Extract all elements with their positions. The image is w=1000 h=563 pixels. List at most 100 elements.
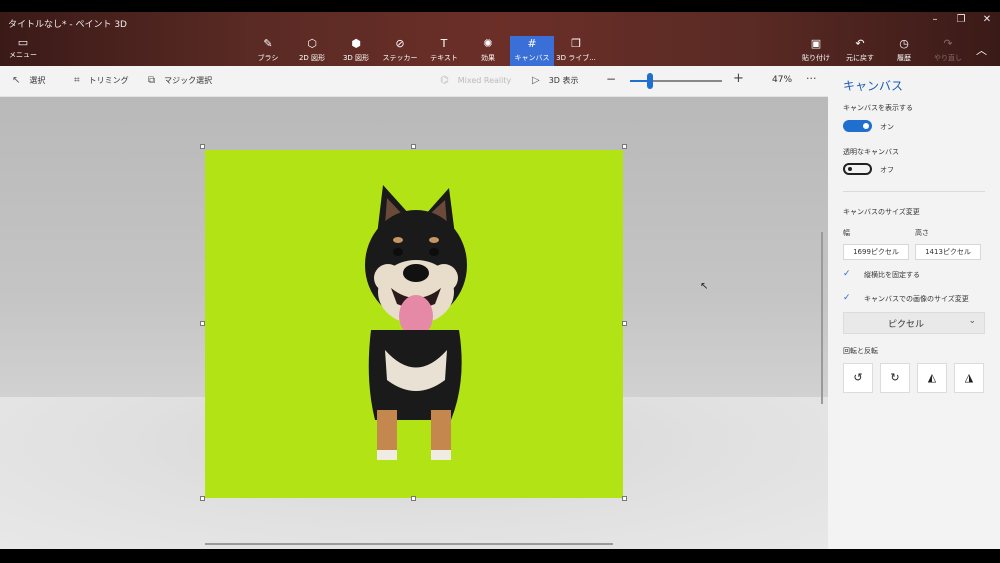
resize-image-checkbox[interactable]: ✓ xyxy=(843,292,855,304)
minimize-button[interactable]: – xyxy=(922,14,948,25)
resize-handle-top[interactable] xyxy=(411,144,416,149)
resize-handle-left[interactable] xyxy=(200,321,205,326)
tool-label: テキスト xyxy=(430,54,458,62)
select-label: 選択 xyxy=(29,76,46,85)
tool-label: ステッカー xyxy=(382,54,418,62)
paste-icon: ▣ xyxy=(810,37,822,50)
menu-label: メニュー xyxy=(9,51,37,59)
menu-button[interactable]: ▭ メニュー xyxy=(8,37,38,60)
lock-aspect-checkbox[interactable]: ✓ xyxy=(843,268,855,280)
height-label: 高さ xyxy=(915,229,929,237)
tool-label: 効果 xyxy=(481,54,495,62)
tool-text[interactable]: T テキスト xyxy=(422,36,466,66)
resize-handle-top-right[interactable] xyxy=(622,144,627,149)
redo-button[interactable]: ↷ やり直し xyxy=(926,36,970,66)
width-input[interactable]: 1699ピクセル xyxy=(843,244,909,260)
tool-label: 2D 図形 xyxy=(298,54,326,62)
tool-label: キャンバス xyxy=(514,54,550,62)
mixed-reality-button[interactable]: ⌬ Mixed Reality xyxy=(440,75,511,86)
canvas-icon: # xyxy=(527,37,537,50)
rotate-right-button[interactable]: ↻ xyxy=(880,363,910,393)
crop-button[interactable]: ⌗ トリミング xyxy=(74,75,129,86)
unit-dropdown[interactable]: ピクセル ⌄ xyxy=(843,312,985,334)
dog-image[interactable] xyxy=(355,180,477,464)
transparent-canvas-label: 透明なキャンバス xyxy=(843,148,899,156)
crop-icon: ⌗ xyxy=(74,75,80,86)
flip-vertical-button[interactable]: ◮ xyxy=(954,363,984,393)
resize-handle-top-left[interactable] xyxy=(200,144,205,149)
rotate-right-icon: ↻ xyxy=(890,371,900,384)
zoom-in-icon[interactable]: + xyxy=(733,71,744,86)
height-input[interactable]: 1413ピクセル xyxy=(915,244,981,260)
show-canvas-toggle[interactable] xyxy=(843,120,872,132)
canvas[interactable] xyxy=(205,150,623,498)
crop-label: トリミング xyxy=(88,76,129,85)
bottom-letterbox xyxy=(0,549,1000,563)
close-button[interactable]: ✕ xyxy=(974,14,1000,25)
history-label: 履歴 xyxy=(897,54,911,62)
paste-button[interactable]: ▣ 貼り付け xyxy=(794,36,838,66)
workspace[interactable]: ↖ xyxy=(0,97,828,549)
show-canvas-state: オン xyxy=(880,123,894,131)
unit-value: ピクセル xyxy=(888,320,925,330)
undo-icon: ↶ xyxy=(855,37,865,50)
flip-vertical-icon: ◮ xyxy=(964,371,974,384)
canvas-panel: キャンバス キャンバスを表示する オン 透明なキャンバス オフ キャンバスのサイ… xyxy=(828,66,1000,549)
rotate-flip-label: 回転と反転 xyxy=(843,347,878,355)
maximize-button[interactable]: ❐ xyxy=(948,14,974,25)
2d-shapes-icon: ⬡ xyxy=(307,37,317,50)
stickers-icon: ⊘ xyxy=(395,37,405,50)
tool-label: ブラシ xyxy=(257,54,279,62)
mixed-reality-icon: ⌬ xyxy=(440,75,449,86)
tool-bar: ✎ ブラシ ⬡ 2D 図形 ⬢ 3D 図形 ⊘ ステッカー T テキスト ✺ 効… xyxy=(246,36,598,66)
select-button[interactable]: ↖ 選択 xyxy=(12,75,45,86)
resize-handle-right[interactable] xyxy=(622,321,627,326)
edit-tools: ▣ 貼り付け ↶ 元に戻す ◷ 履歴 ↷ やり直し xyxy=(794,36,970,66)
resize-handle-bottom[interactable] xyxy=(411,496,416,501)
tool-2d-shapes[interactable]: ⬡ 2D 図形 xyxy=(290,36,334,66)
horizontal-scrollbar[interactable] xyxy=(205,543,613,545)
tool-brushes[interactable]: ✎ ブラシ xyxy=(246,36,290,66)
width-label: 幅 xyxy=(843,229,850,237)
chevron-down-icon: ⌄ xyxy=(968,316,976,326)
mouse-cursor-icon: ↖ xyxy=(700,281,709,292)
undo-label: 元に戻す xyxy=(846,54,874,62)
zoom-slider-thumb[interactable] xyxy=(647,73,653,89)
transparent-canvas-state: オフ xyxy=(880,166,894,174)
resize-handle-bottom-right[interactable] xyxy=(622,496,627,501)
transparent-canvas-toggle[interactable] xyxy=(843,163,872,175)
resize-handle-bottom-left[interactable] xyxy=(200,496,205,501)
resize-image-label: キャンバスでの画像のサイズ変更 xyxy=(864,295,969,303)
flip-horizontal-button[interactable]: ◭ xyxy=(917,363,947,393)
magic-select-button[interactable]: ⧉ マジック選択 xyxy=(148,75,212,86)
undo-button[interactable]: ↶ 元に戻す xyxy=(838,36,882,66)
more-options-icon[interactable]: ··· xyxy=(806,72,817,85)
tool-canvas[interactable]: # キャンバス xyxy=(510,36,554,66)
tool-label: 3D 図形 xyxy=(342,54,370,62)
window-title: タイトルなし* - ペイント 3D xyxy=(8,20,127,30)
flip-horizontal-icon: ◭ xyxy=(927,371,937,384)
tool-3d-library[interactable]: ❒ 3D ライブ... xyxy=(554,36,598,66)
panel-divider xyxy=(843,191,985,192)
collapse-ribbon-icon[interactable]: ︿ xyxy=(976,42,987,58)
effects-icon: ✺ xyxy=(483,37,493,50)
history-button[interactable]: ◷ 履歴 xyxy=(882,36,926,66)
magic-select-label: マジック選択 xyxy=(164,76,213,85)
history-icon: ◷ xyxy=(899,37,909,50)
rotate-left-icon: ↺ xyxy=(853,371,863,384)
text-icon: T xyxy=(440,37,448,50)
tool-3d-shapes[interactable]: ⬢ 3D 図形 xyxy=(334,36,378,66)
zoom-value: 47% xyxy=(772,75,793,85)
tool-stickers[interactable]: ⊘ ステッカー xyxy=(378,36,422,66)
view-3d-icon: ▷ xyxy=(532,75,540,86)
panel-title: キャンバス xyxy=(843,79,904,93)
view-3d-button[interactable]: ▷ 3D 表示 xyxy=(532,75,579,86)
magic-select-icon: ⧉ xyxy=(148,75,156,86)
vertical-scrollbar[interactable] xyxy=(821,232,823,404)
tool-label: 3D ライブ... xyxy=(556,54,596,62)
rotate-left-button[interactable]: ↺ xyxy=(843,363,873,393)
window-controls: – ❐ ✕ xyxy=(922,14,1000,25)
pointer-icon: ↖ xyxy=(12,75,21,86)
zoom-out-icon[interactable]: − xyxy=(606,72,616,86)
tool-effects[interactable]: ✺ 効果 xyxy=(466,36,510,66)
